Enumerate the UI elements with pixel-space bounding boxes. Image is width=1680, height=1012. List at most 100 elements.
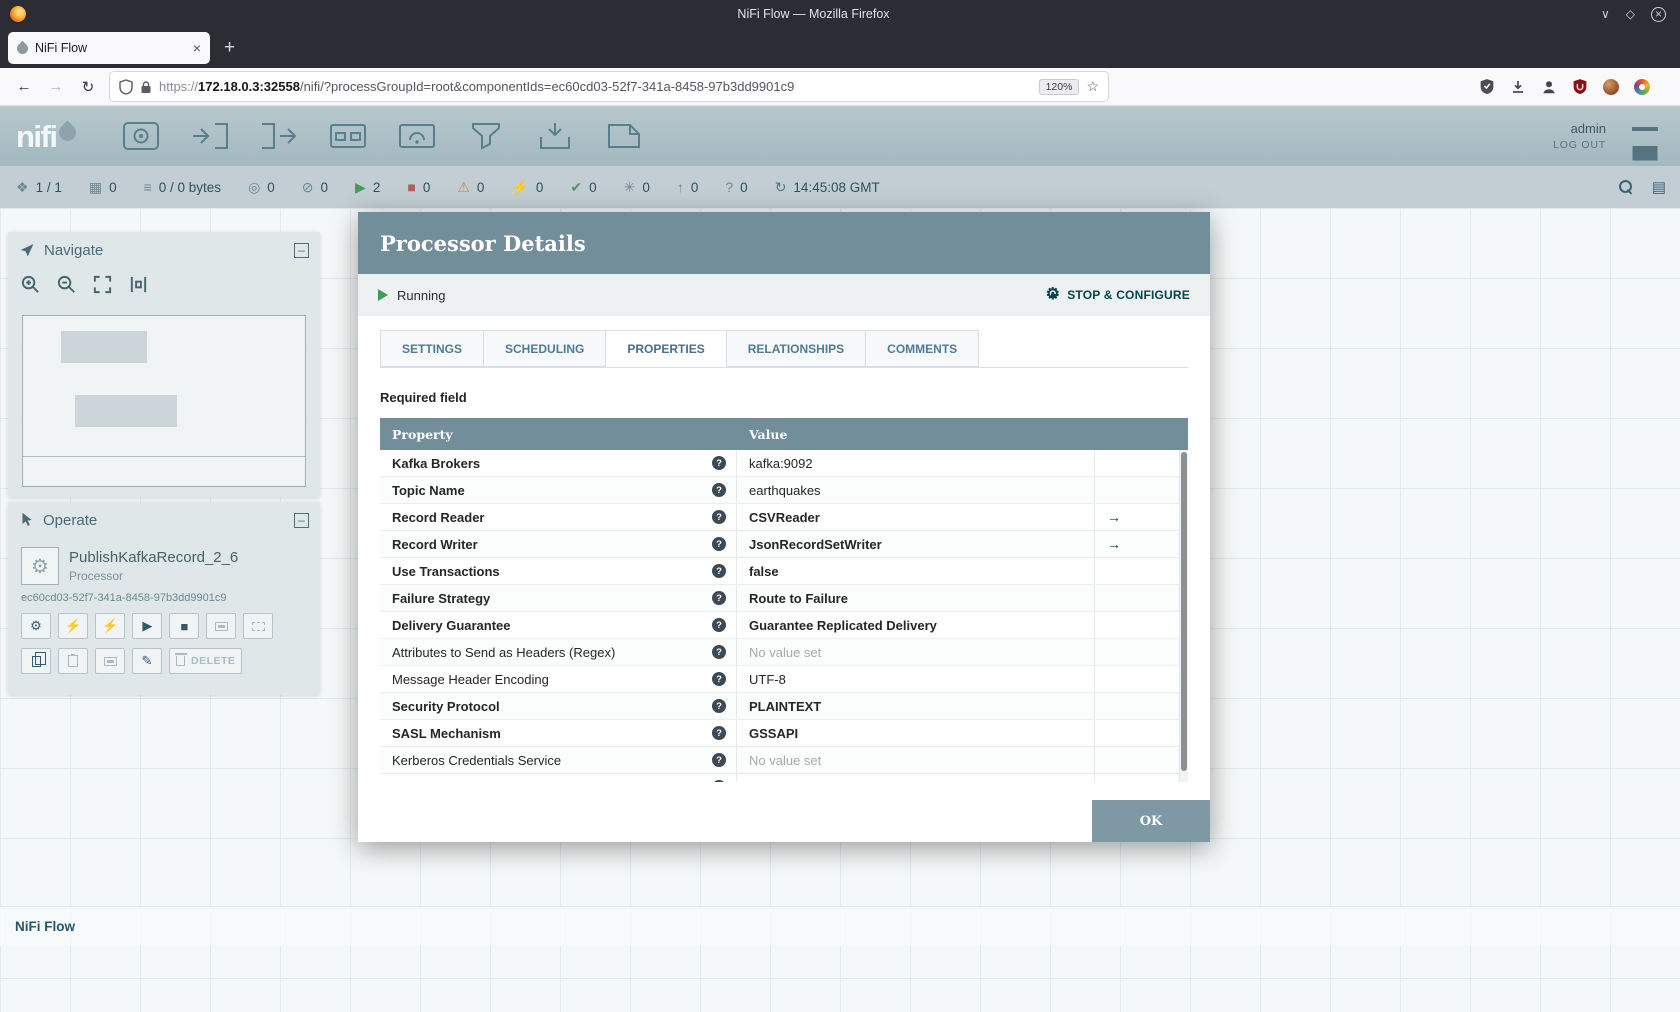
url-bar[interactable]: https://172.18.0.3:32558/nifi/?processGr… [110, 72, 1108, 101]
new-tab-button[interactable]: + [224, 37, 235, 59]
color-brush-button[interactable]: ✎ [132, 648, 162, 674]
window-titlebar: NiFi Flow — Mozilla Firefox ∨ ◇ × [0, 0, 1680, 28]
label-tool-button[interactable] [603, 120, 645, 152]
configure-gear-button[interactable]: ⚙ [21, 613, 51, 639]
property-value: CSVReader [749, 509, 820, 525]
help-icon[interactable]: ? [712, 618, 726, 632]
property-value-cell: GSSAPI [737, 720, 1095, 746]
nifi-logo[interactable]: nifi [16, 119, 80, 152]
global-menu-button[interactable] [1632, 126, 1658, 146]
help-icon[interactable]: ? [712, 483, 726, 497]
bookmark-star-button[interactable]: ☆ [1086, 78, 1099, 95]
help-icon[interactable]: ? [712, 510, 726, 524]
stop-square-button[interactable]: ■ [169, 613, 200, 639]
help-icon[interactable]: ? [712, 726, 726, 740]
navigate-collapse-button[interactable]: – [294, 242, 309, 258]
process-group-tool-button[interactable] [327, 120, 369, 152]
ungroup-button[interactable] [243, 613, 274, 639]
operate-collapse-button[interactable]: – [294, 512, 309, 528]
nifi-header: nifi admin LOG OUT [0, 106, 1680, 166]
flow-canvas[interactable]: Navigate – Operate – ⚙ PublishKafkaRecor… [0, 208, 1680, 1012]
protections-icon[interactable] [1479, 78, 1495, 95]
tracking-shield-icon[interactable] [119, 78, 133, 95]
processor-tool-button[interactable] [120, 120, 162, 152]
extension-avatar-icon[interactable] [1603, 78, 1619, 95]
window-restore-button[interactable]: ◇ [1626, 8, 1635, 20]
property-extra-cell [1095, 450, 1188, 476]
delete-button[interactable]: DELETE [169, 648, 243, 674]
fill-group-button[interactable] [95, 648, 125, 674]
input-port-tool-button[interactable] [189, 120, 231, 152]
operate-title: Operate [43, 511, 98, 529]
back-button[interactable]: ← [8, 78, 40, 95]
group-button[interactable] [206, 613, 237, 639]
table-scrollbar-thumb[interactable] [1181, 452, 1187, 771]
funnel-tool-button[interactable] [465, 120, 507, 152]
lock-icon[interactable] [140, 80, 152, 94]
help-icon[interactable]: ? [712, 591, 726, 605]
help-icon[interactable]: ? [712, 537, 726, 551]
nifi-drop-icon [54, 119, 80, 145]
tab-comments[interactable]: COMMENTS [866, 330, 980, 367]
extension-pinwheel-icon[interactable] [1634, 78, 1650, 95]
property-value: JsonRecordSetWriter [749, 536, 882, 552]
ublock-icon[interactable] [1572, 78, 1588, 95]
paste-button[interactable] [58, 648, 88, 674]
start-play-button[interactable]: ▶ [132, 613, 163, 639]
status-threads: ▦ 0 [89, 180, 117, 195]
enable-bolt-button[interactable]: ⚡ [58, 613, 89, 639]
property-name: Kerberos Credentials Service [392, 752, 562, 768]
tab-properties[interactable]: PROPERTIES [606, 330, 727, 367]
output-port-tool-button[interactable] [258, 120, 300, 152]
window-close-button[interactable]: × [1651, 6, 1666, 22]
goto-service-icon[interactable]: → [1107, 509, 1121, 525]
reload-button[interactable]: ↻ [72, 78, 104, 96]
property-name: Record Writer [392, 536, 478, 552]
zoom-out-button[interactable] [56, 274, 77, 295]
disable-bolt-button[interactable]: ⚡ [95, 613, 126, 639]
help-icon[interactable]: ? [712, 780, 726, 782]
zoom-fit-button[interactable] [92, 274, 113, 295]
zoom-level-badge[interactable]: 120% [1038, 78, 1080, 95]
property-extra-cell [1095, 612, 1188, 638]
logout-link[interactable]: LOG OUT [1553, 139, 1606, 151]
search-button[interactable] [1618, 179, 1634, 195]
help-icon[interactable]: ? [712, 753, 726, 767]
tab-favicon-icon [14, 40, 31, 56]
help-icon[interactable]: ? [712, 564, 726, 578]
window-minimize-button[interactable]: ∨ [1601, 8, 1610, 20]
remote-process-group-tool-button[interactable] [396, 120, 438, 152]
property-name-cell: Kerberos Credentials Service? [380, 747, 737, 773]
column-property: Property [392, 426, 453, 442]
account-icon[interactable] [1541, 79, 1557, 95]
help-icon[interactable]: ? [712, 645, 726, 659]
breadcrumb[interactable]: NiFi Flow [15, 919, 75, 934]
zoom-in-button[interactable] [20, 274, 41, 295]
copy-button[interactable] [21, 648, 51, 674]
tab-relationships[interactable]: RELATIONSHIPS [726, 330, 867, 367]
stop-and-configure-button[interactable]: ⚙ STOP & CONFIGURE [1046, 287, 1190, 303]
stop-configure-icon: ⚙ [1045, 286, 1061, 303]
help-icon[interactable]: ? [712, 699, 726, 713]
status-threads-count: 0 [109, 179, 117, 195]
property-value: Guarantee Replicated Delivery [749, 617, 937, 633]
table-scrollbar[interactable] [1179, 450, 1188, 782]
tab-settings[interactable]: SETTINGS [380, 330, 485, 367]
downloads-icon[interactable] [1510, 79, 1526, 95]
tab-close-icon[interactable]: × [193, 40, 201, 56]
tab-scheduling[interactable]: SCHEDULING [484, 330, 607, 367]
zoom-actual-button[interactable] [128, 274, 149, 295]
birdseye-minimap[interactable] [22, 315, 306, 487]
refresh-icon[interactable]: ↻ [775, 180, 787, 194]
panel-toggle-button[interactable]: ▤ [1652, 178, 1666, 196]
help-icon[interactable]: ? [712, 456, 726, 470]
property-extra-cell [1095, 639, 1188, 665]
forward-button[interactable]: → [40, 78, 72, 95]
ok-button[interactable]: OK [1092, 800, 1210, 842]
goto-service-icon[interactable]: → [1107, 536, 1121, 552]
status-refresh[interactable]: ↻ 14:45:08 GMT [775, 180, 880, 195]
browser-tab[interactable]: NiFi Flow × [8, 32, 210, 64]
properties-table-header: Property Value [380, 418, 1188, 450]
help-icon[interactable]: ? [712, 672, 726, 686]
template-tool-button[interactable] [534, 120, 576, 152]
